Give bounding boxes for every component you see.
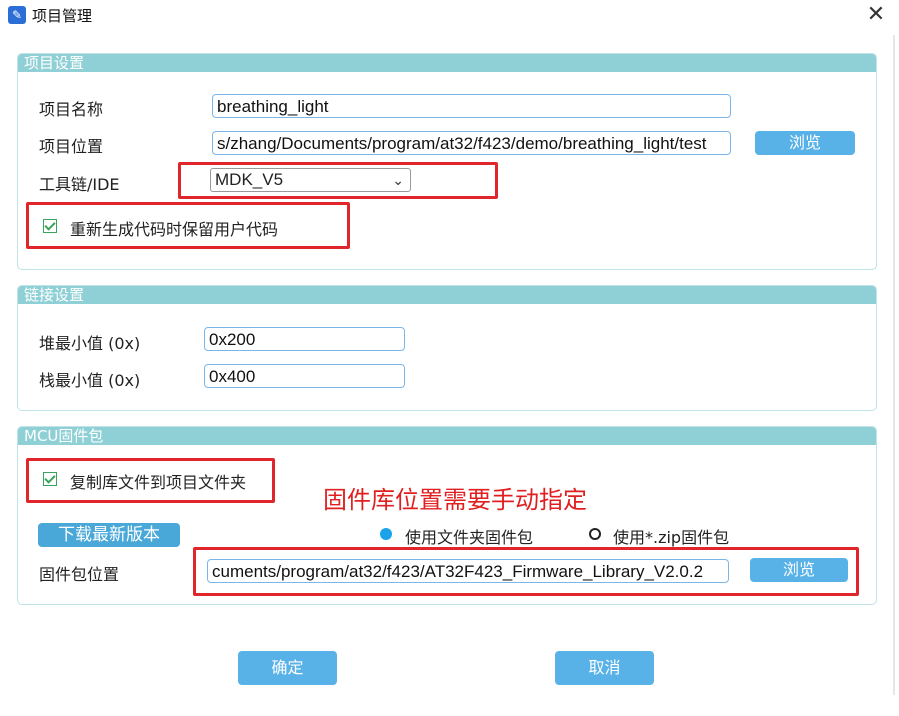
firmware-location-input[interactable]: cuments/program/at32/f423/AT32F423_Firmw… (207, 559, 729, 583)
cancel-button[interactable]: 取消 (555, 651, 654, 685)
toolchain-value: MDK_V5 (215, 170, 284, 189)
copy-lib-checkbox[interactable] (43, 472, 57, 486)
keep-user-code-checkbox[interactable] (43, 219, 57, 233)
project-name-input[interactable]: breathing_light (212, 94, 731, 118)
app-icon: ✎ (8, 6, 26, 24)
project-location-browse-button[interactable]: 浏览 (755, 131, 855, 155)
firmware-browse-button[interactable]: 浏览 (750, 558, 848, 582)
project-location-label: 项目位置 (39, 137, 104, 156)
stack-input[interactable]: 0x400 (204, 364, 405, 388)
keep-user-code-label: 重新生成代码时保留用户代码 (70, 220, 279, 239)
firmware-location-value: cuments/program/at32/f423/AT32F423_Firmw… (212, 562, 704, 581)
stack-label: 栈最小值 (0x) (39, 371, 141, 390)
copy-lib-label: 复制库文件到项目文件夹 (70, 473, 247, 492)
heap-label: 堆最小值 (0x) (39, 334, 141, 353)
firmware-location-label: 固件包位置 (39, 565, 120, 584)
link-settings-group: 链接设置 (17, 285, 877, 411)
project-name-label: 项目名称 (39, 100, 104, 119)
close-button[interactable]: ✕ (862, 2, 890, 28)
toolchain-label: 工具链/IDE (39, 175, 120, 194)
ok-button[interactable]: 确定 (238, 651, 337, 685)
window-border (893, 35, 895, 695)
window-title: 项目管理 (32, 7, 93, 25)
heap-input[interactable]: 0x200 (204, 327, 405, 351)
radio-folder-label: 使用文件夹固件包 (405, 528, 534, 547)
project-settings-header: 项目设置 (18, 54, 876, 72)
download-latest-button[interactable]: 下载最新版本 (38, 523, 180, 547)
firmware-header: MCU固件包 (18, 427, 876, 445)
radio-folder[interactable] (380, 528, 392, 540)
link-settings-header: 链接设置 (18, 286, 876, 304)
project-location-input[interactable]: s/zhang/Documents/program/at32/f423/demo… (212, 131, 731, 155)
chevron-down-icon: ⌄ (392, 172, 404, 188)
toolchain-select[interactable]: MDK_V5 ⌄ (210, 168, 411, 192)
annotation-text: 固件库位置需要手动指定 (323, 486, 587, 514)
radio-zip-label: 使用*.zip固件包 (613, 528, 730, 547)
radio-zip[interactable] (589, 528, 601, 540)
project-location-value: s/zhang/Documents/program/at32/f423/demo… (217, 134, 707, 153)
